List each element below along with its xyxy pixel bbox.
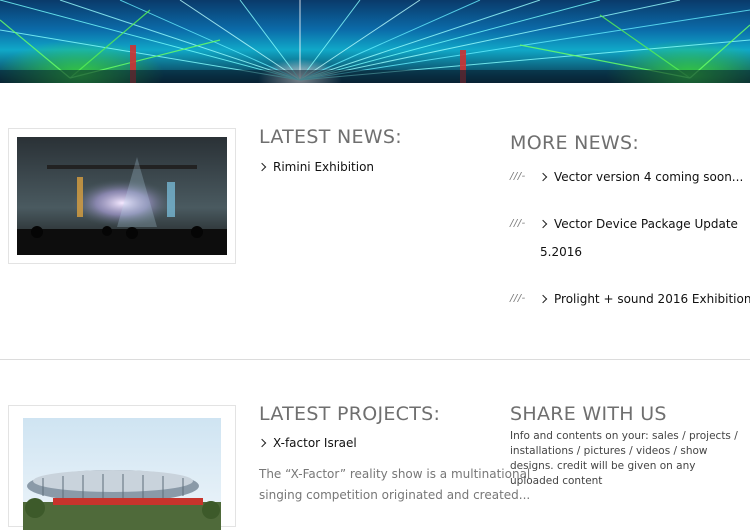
latest-news-link[interactable]: Rimini Exhibition xyxy=(257,160,375,174)
header-banner-laser-image xyxy=(0,0,750,83)
share-heading: SHARE WITH US xyxy=(510,403,667,425)
more-news-item-label: Prolight + sound 2016 Exhibition xyxy=(554,292,750,306)
latest-projects-heading: LATEST PROJECTS: xyxy=(259,403,441,425)
news-section: LATEST NEWS: Rimini Exhibition MORE NEWS… xyxy=(0,83,750,359)
laser-beams-graphic xyxy=(0,0,750,83)
more-news-item[interactable]: Vector Device Package Update xyxy=(538,217,738,231)
chevron-right-icon xyxy=(538,294,548,304)
list-bullet-slashes: ///- xyxy=(510,293,526,304)
more-news-item-label: Vector Device Package Update xyxy=(554,217,738,231)
more-news-heading: MORE NEWS: xyxy=(510,132,640,154)
chevron-right-icon xyxy=(257,162,267,172)
concert-stage-image xyxy=(17,137,227,255)
projects-section: LATEST PROJECTS: X-factor Israel The “X-… xyxy=(0,360,750,530)
project-description-line: The “X-Factor” reality show is a multina… xyxy=(259,467,531,481)
news-thumbnail-frame[interactable] xyxy=(8,128,236,264)
latest-news-heading: LATEST NEWS: xyxy=(259,126,402,148)
latest-news-link-label: Rimini Exhibition xyxy=(273,160,375,174)
latest-project-link[interactable]: X-factor Israel xyxy=(257,436,357,450)
chevron-right-icon xyxy=(257,438,267,448)
more-news-item[interactable]: Vector version 4 coming soon... xyxy=(538,170,744,184)
share-description: Info and contents on your: sales / proje… xyxy=(510,430,738,487)
list-bullet-slashes: ///- xyxy=(510,171,526,182)
more-news-item-label: Vector version 4 coming soon... xyxy=(554,170,744,184)
stadium-image xyxy=(23,418,221,530)
latest-project-link-label: X-factor Israel xyxy=(273,436,357,450)
project-thumbnail-frame[interactable] xyxy=(8,405,236,530)
more-news-item-continuation[interactable]: 5.2016 xyxy=(540,245,582,259)
more-news-item[interactable]: Prolight + sound 2016 Exhibition xyxy=(538,292,750,306)
chevron-right-icon xyxy=(538,172,548,182)
list-bullet-slashes: ///- xyxy=(510,218,526,229)
chevron-right-icon xyxy=(538,219,548,229)
